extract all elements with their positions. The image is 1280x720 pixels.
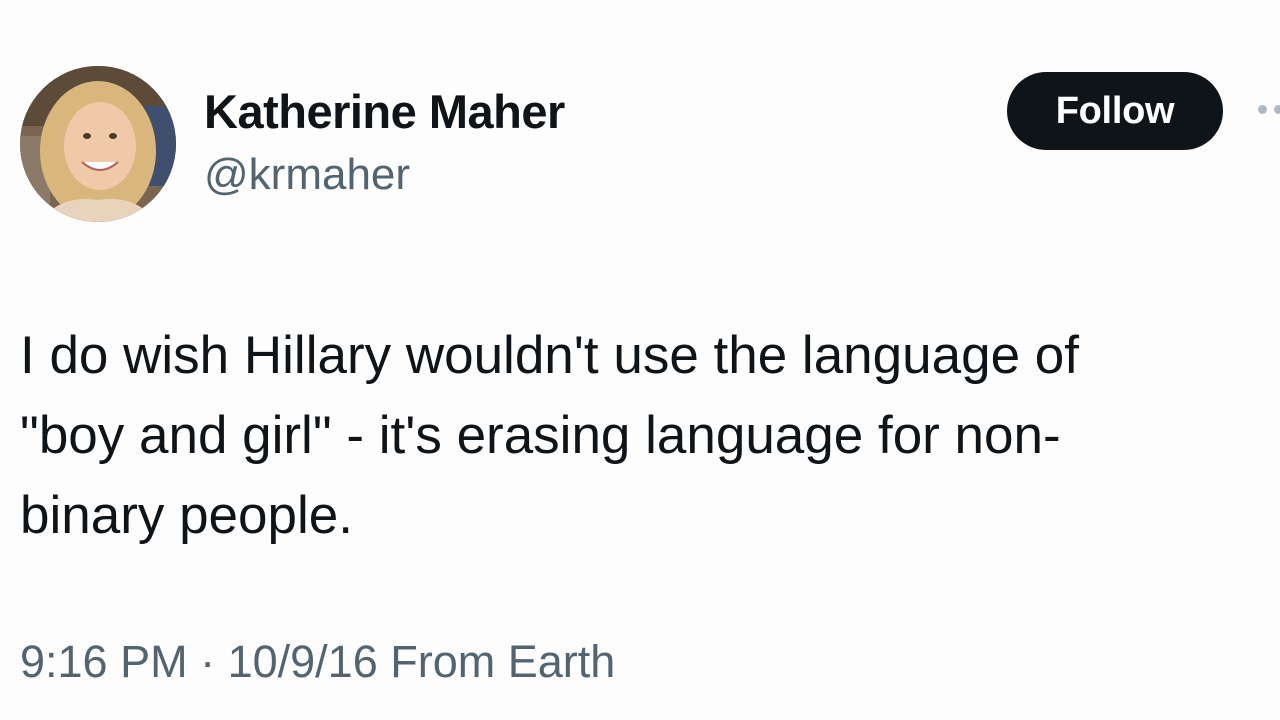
author-handle[interactable]: @krmaher [204, 150, 410, 200]
tweet-timestamp[interactable]: 9:16 PM · 10/9/16 From Earth [20, 636, 615, 688]
tweet-text-line: I do wish Hillary wouldn't use the langu… [20, 326, 1079, 385]
more-dot [1258, 105, 1267, 114]
follow-button[interactable]: Follow [1007, 72, 1223, 150]
tweet-text-line: binary people. [20, 486, 353, 545]
avatar[interactable] [20, 66, 176, 222]
author-display-name[interactable]: Katherine Maher [204, 84, 565, 139]
avatar-photo [20, 66, 176, 222]
more-dots-icon[interactable] [1254, 100, 1280, 120]
more-dot [1274, 105, 1280, 114]
tweet-text-line: "boy and girl" - it's erasing language f… [20, 406, 1061, 465]
tweet-text: I do wish Hillary wouldn't use the langu… [20, 316, 1250, 556]
tweet-card: Katherine Maher @krmaher Follow I do wis… [0, 0, 1280, 720]
